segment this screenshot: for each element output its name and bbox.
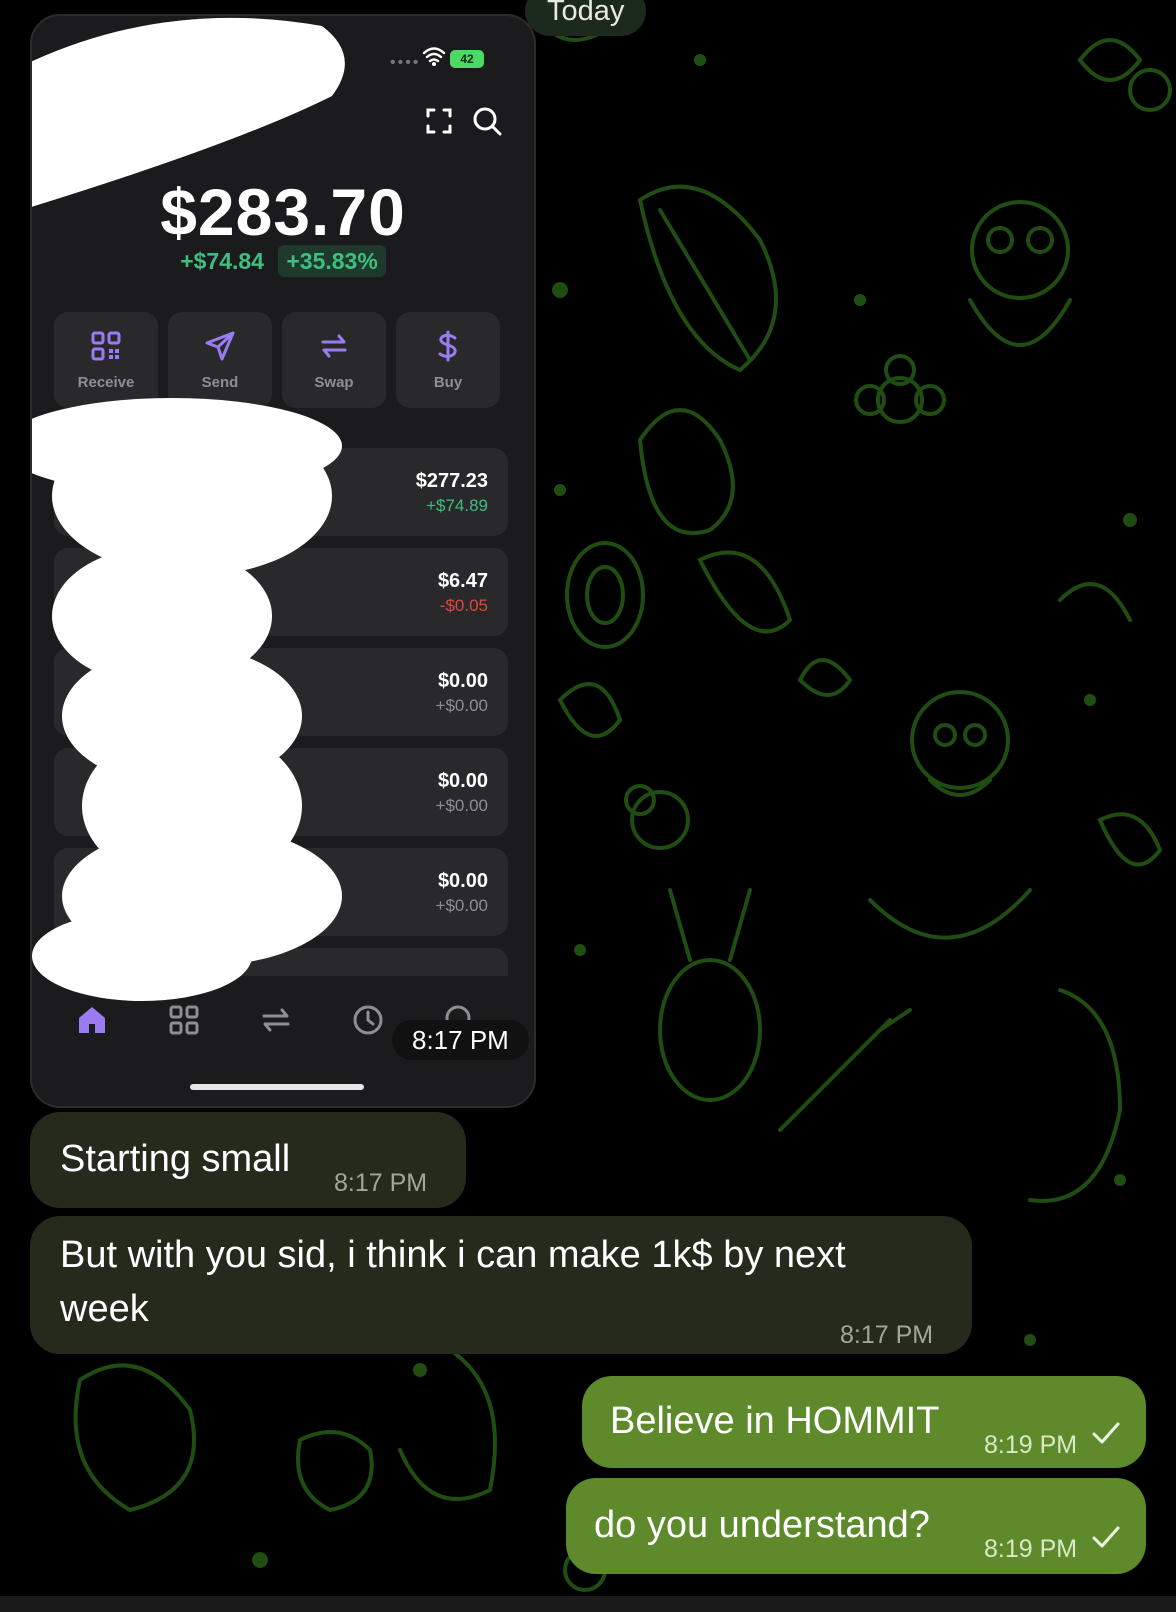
message-text: But with you sid, i think i can make 1k$… xyxy=(60,1234,846,1330)
incoming-message[interactable]: Starting small 8:17 PM xyxy=(30,1112,466,1208)
message-text: Believe in HOMMIT xyxy=(610,1400,940,1442)
message-time: 8:17 PM xyxy=(392,1020,529,1060)
message-time: 8:17 PM xyxy=(334,1169,428,1197)
bottom-bar xyxy=(0,1596,1176,1612)
message-text: Starting small xyxy=(60,1138,291,1180)
outgoing-message[interactable]: Believe in HOMMIT 8:19 PM xyxy=(582,1376,1146,1468)
outgoing-message[interactable]: do you understand? 8:19 PM xyxy=(566,1478,1146,1574)
sent-check-icon xyxy=(1092,1526,1120,1548)
home-indicator xyxy=(190,1084,364,1090)
message-time: 8:17 PM xyxy=(840,1321,934,1349)
sent-check-icon xyxy=(1092,1422,1120,1444)
date-separator: Today xyxy=(525,0,647,36)
message-text: do you understand? xyxy=(594,1504,930,1546)
incoming-message[interactable]: But with you sid, i think i can make 1k$… xyxy=(30,1216,972,1354)
redaction-scribble xyxy=(32,17,345,1001)
message-time: 8:19 PM xyxy=(984,1535,1078,1563)
image-message[interactable]: •••• 42 $283.70 +$74.84 +35.83% Receive xyxy=(30,14,536,1108)
message-time: 8:19 PM xyxy=(984,1431,1078,1459)
